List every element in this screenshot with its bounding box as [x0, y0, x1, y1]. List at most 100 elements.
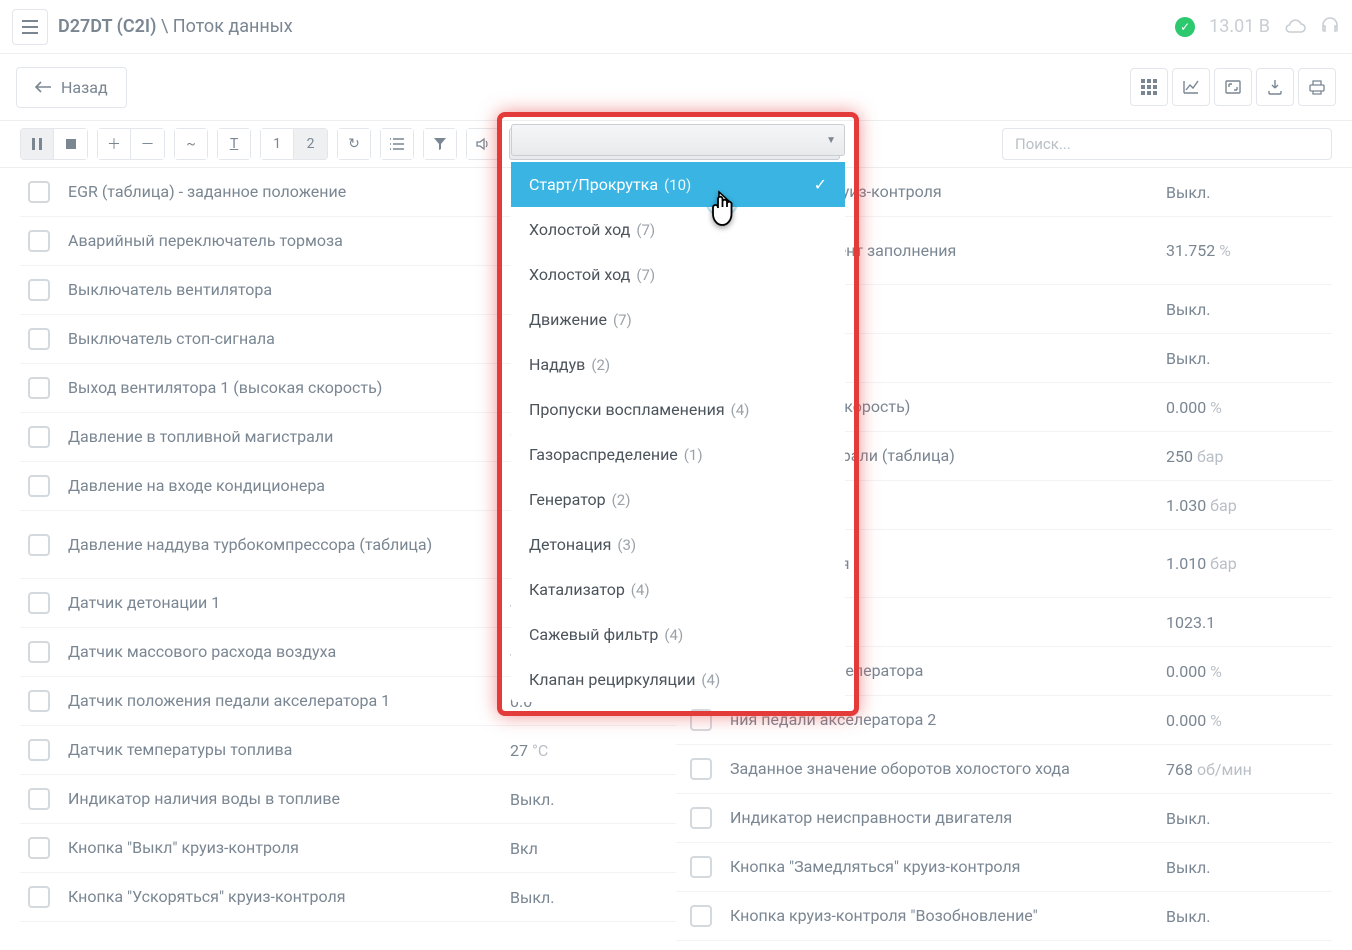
right-tools	[1130, 68, 1336, 106]
top-bar: D27DT (C2I) \ Поток данных ✓ 13.01 В	[0, 0, 1352, 54]
hamburger-icon	[22, 20, 38, 34]
cloud-icon[interactable]	[1284, 17, 1306, 37]
pause-button[interactable]	[20, 128, 54, 160]
table-row[interactable]: Кнопка "Замедляться" круиз-контроляВыкл.	[676, 843, 1332, 892]
dropdown-item-count: (10)	[664, 176, 691, 194]
dropdown-item-count: (2)	[612, 491, 631, 509]
row-checkbox[interactable]	[690, 905, 712, 927]
row-value: 1023.1	[1166, 613, 1326, 632]
dropdown-item[interactable]: Старт/Прокрутка(10)✓	[511, 162, 845, 207]
dropdown-item[interactable]: Генератор(2)	[511, 477, 845, 522]
row-checkbox[interactable]	[28, 475, 50, 497]
back-button[interactable]: Назад	[16, 67, 127, 108]
table-row[interactable]: Индикатор неисправности двигателяВыкл.	[676, 794, 1332, 843]
row-checkbox[interactable]	[28, 181, 50, 203]
row-checkbox[interactable]	[28, 592, 50, 614]
top-bar-right: ✓ 13.01 В	[1175, 15, 1340, 39]
row-value: 250 бар	[1166, 447, 1326, 466]
sound-icon	[476, 138, 490, 150]
dropdown-item-label: Детонация	[529, 535, 611, 554]
table-row[interactable]: Индикатор наличия воды в топливеВыкл.	[20, 775, 676, 824]
fullscreen-button[interactable]	[1214, 68, 1252, 106]
dropdown-item[interactable]: Сажевый фильтр(4)	[511, 612, 845, 657]
row-checkbox[interactable]	[28, 377, 50, 399]
back-label: Назад	[61, 78, 108, 97]
dropdown-item[interactable]: Детонация(3)	[511, 522, 845, 567]
menu-button[interactable]	[12, 9, 48, 45]
text-format-button[interactable]: T	[217, 128, 251, 160]
list-button[interactable]	[380, 128, 414, 160]
dropdown-item-count: (7)	[636, 266, 655, 284]
row-value: Выкл.	[510, 790, 670, 809]
row-value: Выкл.	[1166, 858, 1326, 877]
row-checkbox[interactable]	[28, 837, 50, 859]
row-checkbox[interactable]	[28, 886, 50, 908]
add-button[interactable]: ＋	[97, 128, 131, 160]
table-row[interactable]: Датчик температуры топлива27 °C	[20, 726, 676, 775]
remove-button[interactable]: －	[131, 128, 165, 160]
print-button[interactable]	[1298, 68, 1336, 106]
dropdown-item[interactable]: Катализатор(4)	[511, 567, 845, 612]
row-value: 768 об/мин	[1166, 760, 1326, 779]
breadcrumb-page: Поток данных	[173, 16, 293, 37]
export-icon	[1267, 79, 1283, 95]
row-checkbox[interactable]	[690, 807, 712, 829]
wave-button[interactable]: ~	[174, 128, 208, 160]
columns-1-button[interactable]: 1	[260, 128, 294, 160]
funnel-icon	[434, 138, 446, 150]
headset-icon[interactable]	[1320, 15, 1340, 39]
row-checkbox[interactable]	[28, 328, 50, 350]
sound-button[interactable]	[466, 128, 500, 160]
row-checkbox[interactable]	[28, 279, 50, 301]
grid-view-button[interactable]	[1130, 68, 1168, 106]
combo-open[interactable]: ▼	[511, 124, 845, 156]
dropdown-item[interactable]: Холостой ход(7)	[511, 252, 845, 297]
row-checkbox[interactable]	[690, 709, 712, 731]
dropdown-item[interactable]: Клапан рециркуляции (4)	[511, 657, 845, 702]
table-row[interactable]: Заданное значение оборотов холостого ход…	[676, 745, 1332, 794]
row-checkbox[interactable]	[28, 788, 50, 810]
filter-button[interactable]	[423, 128, 457, 160]
row-label: ния педали акселератора 2	[730, 710, 1166, 730]
dropdown-item-label: Клапан рециркуляции	[529, 670, 695, 689]
columns-2-button[interactable]: 2	[294, 128, 328, 160]
chart-button[interactable]	[1172, 68, 1210, 106]
dropdown-item[interactable]: Движение(7)	[511, 297, 845, 342]
row-checkbox[interactable]	[28, 426, 50, 448]
dropdown-item-count: (4)	[731, 401, 750, 419]
pause-icon	[32, 138, 42, 150]
row-checkbox[interactable]	[28, 690, 50, 712]
row-checkbox[interactable]	[690, 758, 712, 780]
stop-button[interactable]	[54, 128, 88, 160]
row-label: Индикатор неисправности двигателя	[730, 808, 1166, 828]
row-label: Давление на входе кондиционера	[68, 476, 510, 496]
dropdown-item[interactable]: Холостой ход(7)	[511, 207, 845, 252]
row-value: Вкл	[510, 839, 670, 858]
dropdown-item[interactable]: Наддув(2)	[511, 342, 845, 387]
row-checkbox[interactable]	[28, 534, 50, 556]
row-checkbox[interactable]	[28, 230, 50, 252]
search-input[interactable]	[1002, 128, 1332, 160]
dropdown-item-label: Катализатор	[529, 580, 625, 599]
table-row[interactable]: Кнопка "Ускоряться" круиз-контроляВыкл.	[20, 873, 676, 922]
row-label: Датчик температуры топлива	[68, 740, 510, 760]
row-label: Аварийный переключатель тормоза	[68, 231, 510, 251]
chart-icon	[1183, 80, 1199, 94]
dropdown-item-count: (4)	[701, 671, 720, 689]
dropdown-item[interactable]: Газораспределение(1)	[511, 432, 845, 477]
dropdown-item-label: Газораспределение	[529, 445, 678, 464]
dropdown-item-count: (7)	[636, 221, 655, 239]
refresh-button[interactable]: ↻	[337, 128, 371, 160]
dropdown-item-label: Старт/Прокрутка	[529, 175, 658, 194]
row-checkbox[interactable]	[28, 739, 50, 761]
table-row[interactable]: Кнопка круиз-контроля "Возобновление"Вык…	[676, 892, 1332, 941]
export-button[interactable]	[1256, 68, 1294, 106]
row-label: Кнопка "Замедляться" круиз-контроля	[730, 857, 1166, 877]
row-checkbox[interactable]	[28, 641, 50, 663]
row-label: Кнопка "Выкл" круиз-контроля	[68, 838, 510, 858]
row-value: 1.010 бар	[1166, 554, 1326, 573]
table-row[interactable]: Кнопка "Выкл" круиз-контроляВкл	[20, 824, 676, 873]
dropdown-item[interactable]: Пропуски воспламенения(4)	[511, 387, 845, 432]
row-checkbox[interactable]	[690, 856, 712, 878]
stop-icon	[66, 139, 76, 149]
